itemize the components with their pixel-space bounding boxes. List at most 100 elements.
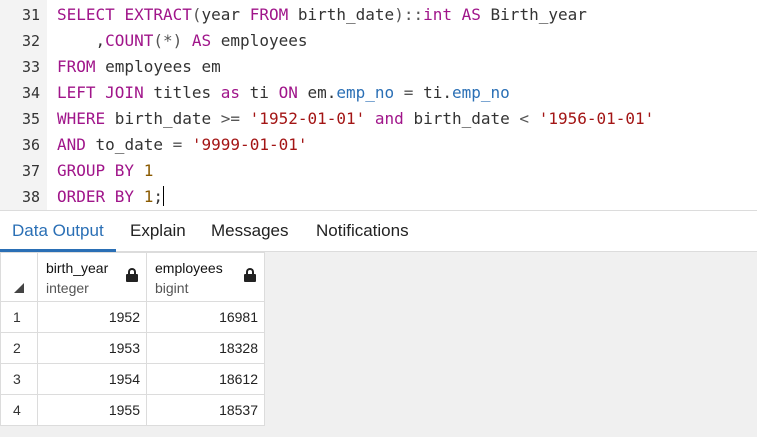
code-text: ,COUNT(*) AS employees (57, 28, 308, 54)
code-token: AND (57, 135, 86, 154)
lock-icon (126, 268, 138, 282)
code-token: employees em (95, 57, 221, 76)
code-text: AND to_date = '9999-01-01' (57, 132, 307, 158)
code-token: = (394, 83, 424, 102)
code-line[interactable]: 33 FROM employees em (0, 54, 757, 80)
code-token: birth_date (288, 5, 395, 24)
code-text: LEFT JOIN titles as ti ON em.emp_no = ti… (57, 80, 510, 106)
column-header-employees[interactable]: employees bigint (146, 252, 265, 302)
code-token: year (201, 5, 250, 24)
cell-birth-year[interactable]: 1955 (37, 394, 147, 426)
table-row[interactable]: 1 1952 16981 (0, 301, 265, 333)
line-number: 38 (21, 188, 40, 206)
line-number: 32 (21, 32, 40, 50)
code-line[interactable]: 36 AND to_date = '9999-01-01' (0, 132, 757, 158)
code-token: and (374, 109, 404, 128)
code-token: 1 (143, 187, 154, 206)
code-token: AS (191, 31, 212, 50)
code-line[interactable]: 38 ORDER BY 1; (0, 184, 757, 210)
column-type: bigint (155, 280, 189, 296)
cell-birth-year[interactable]: 1952 (37, 301, 147, 333)
row-number[interactable]: 2 (0, 332, 38, 364)
code-token: '1952-01-01' (249, 109, 366, 128)
code-token: '1956-01-01' (538, 109, 655, 128)
code-line[interactable]: 35 WHERE birth_date >= '1952-01-01' and b… (0, 106, 757, 132)
code-token: ):: (394, 5, 424, 24)
code-token: >= (220, 109, 241, 128)
tab-data-output[interactable]: Data Output (0, 211, 116, 252)
cell-employees[interactable]: 18537 (146, 394, 265, 426)
column-header-birth-year[interactable]: birth_year integer (37, 252, 147, 302)
code-token: < (519, 109, 530, 128)
cell-employees[interactable]: 16981 (146, 301, 265, 333)
table-row[interactable]: 2 1953 18328 (0, 332, 265, 364)
code-token: ti. (423, 83, 452, 102)
code-token: , (57, 31, 106, 50)
tab-messages[interactable]: Messages (199, 211, 300, 252)
column-name: employees (155, 260, 223, 276)
table-row[interactable]: 3 1954 18612 (0, 363, 265, 395)
code-token: GROUP BY (57, 161, 135, 180)
code-token: ( (191, 5, 202, 24)
table-row[interactable]: 4 1955 18537 (0, 394, 265, 426)
code-line[interactable]: 34 LEFT JOIN titles as ti ON em.emp_no = … (0, 80, 757, 106)
line-number: 35 (21, 110, 40, 128)
line-number: 31 (21, 6, 40, 24)
code-text: FROM employees em (57, 54, 221, 80)
tab-explain[interactable]: Explain (118, 211, 198, 252)
cell-birth-year[interactable]: 1954 (37, 363, 147, 395)
cell-birth-year[interactable]: 1953 (37, 332, 147, 364)
text-cursor (162, 186, 164, 206)
select-all-corner[interactable] (0, 252, 38, 302)
cell-employees[interactable]: 18328 (146, 332, 265, 364)
code-token: emp_no (336, 83, 395, 102)
code-token: FROM (249, 5, 289, 24)
code-token: int (423, 5, 452, 24)
code-token: as (220, 83, 241, 102)
lock-icon (244, 268, 256, 282)
line-number: 34 (21, 84, 40, 102)
code-token: = (172, 135, 183, 154)
code-token: titles (143, 83, 221, 102)
select-all-triangle-icon (14, 283, 24, 293)
code-token: COUNT (105, 31, 154, 50)
code-text: ORDER BY 1; (57, 184, 164, 210)
code-line[interactable]: 31 SELECT EXTRACT(year FROM birth_date)::… (0, 2, 757, 28)
code-token: ; (153, 187, 163, 206)
column-type: integer (46, 280, 89, 296)
row-number[interactable]: 1 (0, 301, 38, 333)
code-text: SELECT EXTRACT(year FROM birth_date)::in… (57, 2, 587, 28)
code-token: ti (240, 83, 279, 102)
row-number[interactable]: 4 (0, 394, 38, 426)
data-output-grid-area: birth_year integer employees bigint 1 19… (0, 252, 757, 437)
code-token: 1 (143, 161, 154, 180)
code-token: AS (461, 5, 481, 24)
cell-employees[interactable]: 18612 (146, 363, 265, 395)
code-token: LEFT JOIN (57, 83, 144, 102)
code-token: '9999-01-01' (191, 135, 308, 154)
line-number: 37 (21, 162, 40, 180)
code-token: em. (297, 83, 337, 102)
code-token: WHERE (57, 109, 106, 128)
code-token: Birth_year (480, 5, 587, 24)
code-line[interactable]: 37 GROUP BY 1 (0, 158, 757, 184)
code-token: birth_date (105, 109, 221, 128)
code-text: GROUP BY 1 (57, 158, 153, 184)
code-token: ORDER BY (57, 187, 135, 206)
code-text: WHERE birth_date >= '1952-01-01' and bir… (57, 106, 654, 132)
tab-notifications[interactable]: Notifications (304, 211, 421, 252)
code-token: emp_no (451, 83, 510, 102)
code-token: employees (211, 31, 308, 50)
code-line[interactable]: 32 ,COUNT(*) AS employees (0, 28, 757, 54)
sql-editor[interactable]: 31 SELECT EXTRACT(year FROM birth_date)::… (0, 0, 757, 210)
row-number[interactable]: 3 (0, 363, 38, 395)
code-token: FROM (57, 57, 96, 76)
code-token: birth_date (403, 109, 520, 128)
column-name: birth_year (46, 260, 109, 276)
